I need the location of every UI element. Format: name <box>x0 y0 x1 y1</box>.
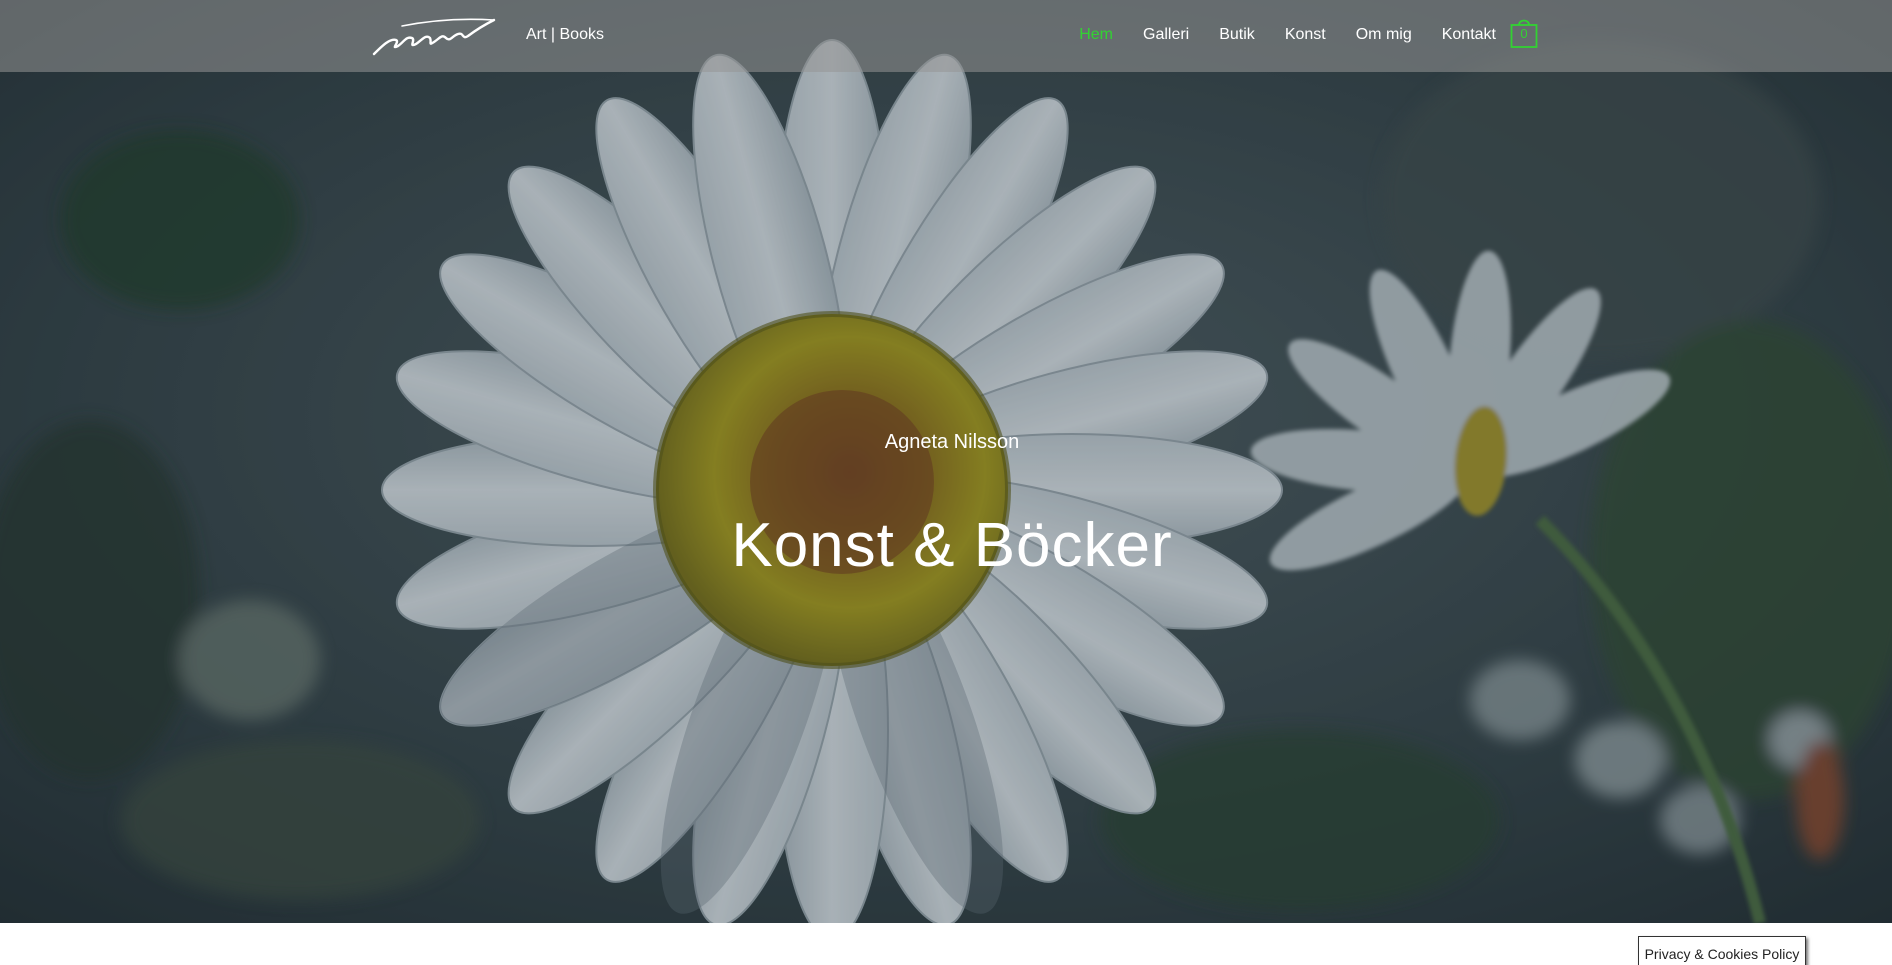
nav-item-konst[interactable]: Konst <box>1285 24 1326 46</box>
agneta-signature-logo-icon[interactable] <box>372 16 496 56</box>
hero-subtitle: Agneta Nilsson <box>884 431 1020 453</box>
cart-button[interactable]: 0 <box>1510 17 1538 49</box>
nav-item-kontakt[interactable]: Kontakt <box>1442 24 1496 46</box>
hero-section <box>0 0 1892 923</box>
site-tagline[interactable]: Art | Books <box>526 24 604 46</box>
hero-title: Konst & Böcker <box>731 511 1173 580</box>
main-navigation: Hem Galleri Butik Konst Om mig Kontakt <box>1049 24 1496 46</box>
nav-item-butik[interactable]: Butik <box>1219 24 1255 46</box>
page: Art | Books Hem Galleri Butik Konst Om m… <box>0 0 1892 965</box>
cart-count: 0 <box>1520 26 1528 41</box>
nav-item-galleri[interactable]: Galleri <box>1143 24 1189 46</box>
nav-item-hem[interactable]: Hem <box>1079 24 1113 46</box>
site-header: Art | Books Hem Galleri Butik Konst Om m… <box>0 0 1892 72</box>
privacy-cookies-button[interactable]: Privacy & Cookies Policy <box>1638 936 1806 965</box>
hero-overlay <box>0 0 1892 923</box>
nav-item-om-mig[interactable]: Om mig <box>1356 24 1412 46</box>
